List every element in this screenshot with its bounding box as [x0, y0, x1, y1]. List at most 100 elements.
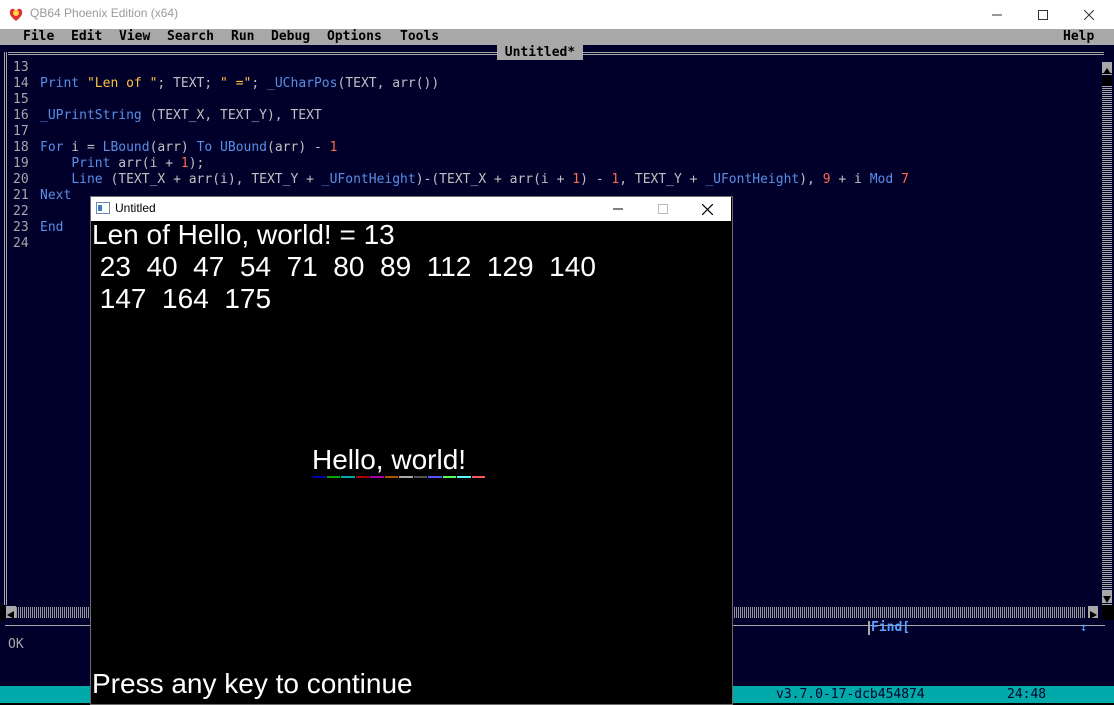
code-token: Line	[71, 172, 103, 187]
line-number: 13	[13, 60, 29, 75]
line-number: 14	[13, 76, 29, 91]
menu-tools[interactable]: Tools	[400, 29, 439, 45]
code-token: For	[40, 140, 64, 155]
code-line-23[interactable]: End	[40, 220, 63, 236]
code-line-18[interactable]: For i = LBound(arr) To UBound(arr) - 1	[40, 140, 337, 156]
code-token: Mod	[869, 172, 894, 187]
menu-view[interactable]: View	[119, 29, 150, 45]
code-token: "Len of "	[86, 76, 158, 91]
output-minimize-button[interactable]	[595, 197, 640, 221]
underline-segment	[399, 476, 413, 478]
code-line-14[interactable]: Print "Len of "; TEXT; " ="; _UCharPos(T…	[40, 76, 439, 92]
code-line-21[interactable]: Next	[40, 188, 71, 204]
output-window-title: Untitled	[115, 201, 156, 215]
code-token: 7	[901, 172, 909, 187]
code-token: End	[40, 220, 64, 235]
scroll-down-arrow-icon[interactable]	[1102, 590, 1112, 603]
output-line: Len of Hello, world! = 13	[92, 219, 395, 250]
underline-segment	[442, 476, 456, 478]
press-any-key-text: Press any key to continue	[92, 668, 413, 699]
menu-help[interactable]: Help	[1063, 29, 1094, 45]
scroll-up-arrow-icon[interactable]	[1102, 62, 1112, 74]
line-number: 15	[13, 92, 29, 107]
menu-search[interactable]: Search	[167, 29, 214, 45]
code-token: + i	[830, 172, 870, 187]
line-number: 17	[13, 124, 29, 139]
code-token: UBound	[220, 140, 268, 155]
code-token: _UCharPos	[267, 76, 338, 91]
code-token: To	[196, 140, 213, 155]
scroll-right-arrow-icon[interactable]	[1088, 606, 1098, 619]
code-token: ; TEXT;	[157, 76, 221, 91]
line-number: 24	[13, 236, 29, 251]
close-icon	[702, 203, 713, 215]
minimize-icon	[612, 208, 623, 210]
code-token: ) -	[580, 172, 612, 187]
app-window-icon	[96, 202, 110, 214]
vertical-scrollbar[interactable]	[1102, 62, 1112, 605]
code-token: _UFontHeight	[705, 172, 800, 187]
find-updown-icon[interactable]: ↕	[1080, 620, 1087, 634]
scroll-left-arrow-icon[interactable]	[6, 606, 16, 619]
output-line: 23 40 47 54 71 80 89 112 129 140	[92, 251, 596, 282]
editor-frame-left	[4, 52, 7, 605]
code-line-20[interactable]: Line (TEXT_X + arr(i), TEXT_Y + _UFontHe…	[40, 172, 909, 188]
hello-world-text: Hello, world!	[312, 444, 467, 475]
underline-segment	[341, 476, 355, 478]
code-token: (TEXT_X, TEXT_Y), TEXT	[141, 108, 322, 123]
output-maximize-button[interactable]	[640, 197, 685, 221]
code-token: (arr) -	[267, 140, 330, 155]
code-token: Print	[40, 76, 80, 91]
code-token: )-(TEXT_X + arr(i +	[415, 172, 573, 187]
line-number: 18	[13, 140, 29, 155]
underline-segment	[312, 476, 326, 478]
maximize-icon	[1038, 9, 1048, 20]
code-token: , TEXT_Y +	[619, 172, 706, 187]
code-line-16[interactable]: _UPrintString (TEXT_X, TEXT_Y), TEXT	[40, 108, 322, 124]
code-token: 9	[822, 172, 831, 187]
menu-run[interactable]: Run	[231, 29, 254, 45]
code-token: (TEXT_X + arr(i), TEXT_Y +	[102, 172, 322, 187]
underline-segment	[413, 476, 427, 478]
code-token: 1	[572, 172, 581, 187]
code-token: " ="	[220, 76, 252, 91]
line-number: 16	[13, 108, 29, 123]
output-close-button[interactable]	[685, 197, 730, 221]
menu-options[interactable]: Options	[327, 29, 382, 45]
menu-debug[interactable]: Debug	[271, 29, 310, 45]
status-message: OK	[8, 637, 24, 652]
version-label: v3.7.0-17-dcb454874	[776, 687, 925, 702]
code-token: i =	[63, 140, 103, 155]
find-label[interactable]: Find[	[871, 620, 910, 635]
code-token: );	[188, 156, 205, 171]
menu-file[interactable]: File	[23, 29, 54, 45]
code-token: ),	[799, 172, 823, 187]
underline-segment	[471, 476, 485, 478]
maximize-button[interactable]	[1020, 0, 1066, 29]
code-token: _UPrintString	[40, 108, 142, 123]
line-number: 19	[13, 156, 29, 171]
close-button[interactable]	[1066, 0, 1112, 29]
minimize-button[interactable]	[974, 0, 1020, 29]
code-token: _UFontHeight	[321, 172, 416, 187]
underline-segment	[370, 476, 384, 478]
code-token: 1	[180, 156, 189, 171]
menu-edit[interactable]: Edit	[71, 29, 102, 45]
line-number: 21	[13, 188, 29, 203]
line-number: 22	[13, 204, 29, 219]
document-tab[interactable]: Untitled*	[497, 45, 583, 60]
code-token: Next	[40, 188, 72, 203]
code-token: ;	[251, 76, 268, 91]
line-number: 20	[13, 172, 29, 187]
minimize-icon	[992, 14, 1002, 15]
underline-segment	[326, 476, 340, 478]
code-token: LBound	[102, 140, 150, 155]
scroll-thumb[interactable]	[1102, 76, 1112, 86]
code-line-19[interactable]: Print arr(i + 1);	[40, 156, 204, 172]
code-token: arr(i +	[110, 156, 181, 171]
character-underline	[312, 476, 486, 478]
